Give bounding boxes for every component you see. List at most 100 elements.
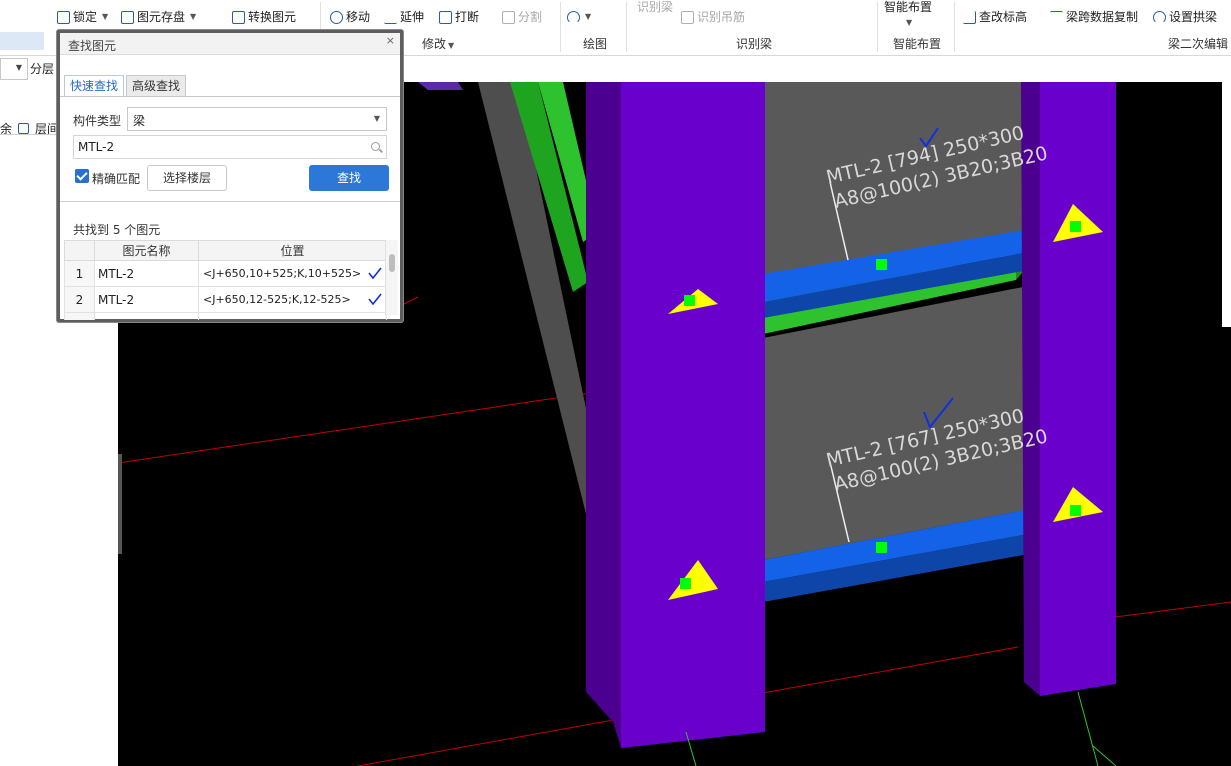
convert-icon [232, 10, 245, 24]
found-count-text: 共找到 5 个图元 [73, 223, 161, 237]
arch-icon [1153, 10, 1166, 24]
row-position-cell[interactable]: <J+650,10+525;K,10+525> [198, 260, 387, 287]
extend-icon [384, 11, 397, 24]
axis-line [1092, 745, 1117, 766]
row-position: <J+650,12-525;K,12-525> [203, 293, 351, 306]
find-element-dialog: 查找图元 × 快速查找 高级查找 构件类型 梁 ▼ MTL-2 精确匹配 选择楼… [57, 30, 403, 322]
column-marker-center [1070, 221, 1081, 232]
divider [626, 2, 627, 52]
chevron-down-icon: ▼ [190, 12, 197, 21]
table-row[interactable]: 1 MTL-2 <J+650,10+525;K,10+525> [64, 260, 387, 287]
copy-span-data-button[interactable]: 梁跨数据复制 [1050, 8, 1138, 26]
table-header-position[interactable]: 位置 [198, 240, 387, 261]
search-input[interactable]: MTL-2 [73, 135, 387, 159]
column-left-side[interactable] [586, 82, 621, 748]
row-name[interactable]: MTL-2 [94, 286, 199, 313]
check-mark-icon [368, 267, 382, 279]
identify-beam-button[interactable]: 识别梁 [637, 0, 673, 16]
group-draw-label: 绘图 [583, 37, 608, 51]
row-position: <J+650,10+525;K,10+525> [203, 267, 362, 280]
move-icon [330, 10, 343, 24]
chevron-down-icon: ▼ [448, 41, 455, 50]
search-value: MTL-2 [78, 140, 115, 154]
select-floor-button[interactable]: 选择楼层 [147, 165, 227, 191]
exact-match-label[interactable]: 精确匹配 [92, 170, 140, 187]
close-icon[interactable]: × [386, 34, 395, 47]
convert-element-button[interactable]: 转换图元 [232, 8, 296, 26]
component-type-label: 构件类型 [73, 114, 122, 128]
elevation-icon [963, 10, 976, 24]
table-row[interactable]: 3 [64, 312, 387, 320]
table-header-name[interactable]: 图元名称 [94, 240, 199, 261]
table-row[interactable]: 2 MTL-2 <J+650,12-525;K,12-525> [64, 286, 387, 313]
arc-icon [567, 10, 580, 24]
check-elevation-button[interactable]: 查改标高 [963, 8, 1027, 26]
save-element-button[interactable]: 图元存盘 ▼ [121, 8, 196, 26]
chevron-down-icon: ▼ [102, 12, 109, 21]
divider [954, 2, 955, 52]
identify-stirrup-button[interactable]: 识别吊筋 [681, 8, 745, 26]
save-icon [121, 10, 134, 24]
group-beam-secondary-label: 梁二次编辑 [1168, 37, 1229, 51]
row-index: 2 [64, 286, 95, 313]
dialog-titlebar[interactable]: 查找图元 × [60, 33, 400, 55]
divider [877, 2, 878, 52]
stair-slab-edge[interactable] [418, 82, 463, 90]
exact-match-checkbox[interactable] [75, 169, 89, 183]
floor-select[interactable]: ▼ [0, 58, 28, 80]
divider [60, 201, 400, 202]
row-name[interactable]: MTL-2 [94, 260, 199, 287]
layer-label[interactable]: 分层 [30, 60, 54, 77]
move-button[interactable]: 移动 [330, 8, 370, 26]
dialog-tabs: 快速查找 高级查找 [64, 75, 187, 97]
set-arch-beam-button[interactable]: 设置拱梁 [1153, 8, 1217, 26]
table-header-index [64, 240, 95, 261]
table-scrollbar[interactable] [385, 240, 398, 315]
tab-advanced-find[interactable]: 高级查找 [126, 75, 187, 97]
stirrup-icon [681, 10, 694, 24]
lock-button[interactable]: 锁定 ▼ [57, 8, 108, 26]
chevron-down-icon: ▼ [15, 63, 22, 72]
copy-floor-icon [18, 123, 30, 134]
column-marker-center [1070, 505, 1081, 516]
draw-arc-button[interactable]: ▼ [567, 8, 591, 26]
column-right[interactable] [1040, 82, 1116, 696]
chevron-down-icon: ▼ [373, 114, 380, 123]
selected-nav-item[interactable] [0, 32, 44, 50]
row-index: 1 [64, 260, 95, 287]
group-modify-label[interactable]: 修改 ▼ [422, 35, 454, 52]
results-table: 图元名称 位置 1 MTL-2 <J+650,10+525;K,10+525> … [64, 240, 399, 320]
group-smart-layout-label: 智能布置 [893, 37, 942, 51]
check-mark-icon [368, 293, 382, 305]
smart-layout-dropdown[interactable]: ▼ [904, 14, 912, 32]
split-icon [502, 10, 515, 24]
table-header-row: 图元名称 位置 [64, 240, 387, 261]
chevron-down-icon: ▼ [585, 12, 592, 21]
find-button[interactable]: 查找 [309, 165, 389, 191]
dialog-title: 查找图元 [68, 39, 117, 53]
axis-line [1077, 691, 1099, 766]
column-marker-center [684, 295, 695, 306]
component-type-value: 梁 [133, 114, 146, 128]
component-type-select[interactable]: 梁 ▼ [127, 107, 387, 131]
column-left[interactable] [621, 82, 765, 748]
break-icon [439, 10, 452, 24]
row-name[interactable] [94, 312, 199, 320]
divider [560, 2, 561, 52]
beam-grip-marker[interactable] [876, 542, 887, 553]
break-button[interactable]: 打断 [439, 8, 479, 26]
beam-grip-marker[interactable] [876, 259, 887, 270]
row-position[interactable] [198, 312, 387, 320]
extend-button[interactable]: 延伸 [384, 8, 424, 26]
scrollbar-thumb[interactable] [389, 254, 395, 272]
split-button[interactable]: 分割 [502, 8, 542, 26]
search-icon[interactable] [371, 142, 380, 151]
group-identify-beam-label: 识别梁 [736, 37, 773, 51]
tab-quick-find[interactable]: 快速查找 [64, 75, 125, 97]
divider [60, 96, 400, 97]
column-right-side[interactable] [1021, 82, 1040, 696]
right-floating-toolbar[interactable] [1222, 82, 1231, 327]
panel-splitter[interactable] [118, 454, 122, 554]
column-marker-center [680, 578, 691, 589]
row-position-cell[interactable]: <J+650,12-525;K,12-525> [198, 286, 387, 313]
